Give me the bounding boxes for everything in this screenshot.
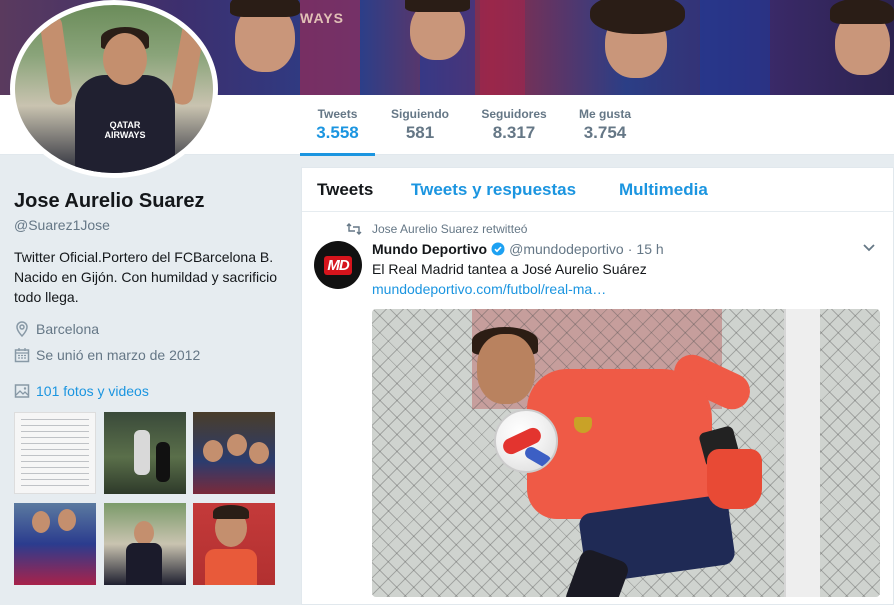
media-thumb[interactable]	[104, 412, 186, 494]
stat-label: Siguiendo	[391, 107, 449, 121]
author-avatar[interactable]: MD	[314, 241, 362, 289]
media-thumb[interactable]	[14, 503, 96, 585]
profile-card: Jose Aurelio Suarez @Suarez1Jose Twitter…	[14, 190, 284, 399]
profile-handle[interactable]: @Suarez1Jose	[14, 217, 284, 233]
separator-dot: ·	[627, 241, 633, 257]
retweet-text[interactable]: Jose Aurelio Suarez retwitteó	[372, 222, 527, 236]
tweet-link[interactable]: mundodeportivo.com/futbol/real-ma…	[372, 281, 606, 297]
stat-value: 581	[405, 123, 435, 142]
chevron-down-icon[interactable]	[862, 243, 876, 253]
stat-followers[interactable]: Seguidores 8.317	[478, 107, 550, 143]
profile-bio: Twitter Oficial.Portero del FCBarcelona …	[14, 249, 278, 305]
tweet-photo[interactable]	[372, 309, 880, 597]
avatar-sponsor-text: QATAR AIRWAYS	[104, 120, 146, 140]
media-thumb[interactable]	[104, 503, 186, 585]
location-text: Barcelona	[36, 321, 100, 337]
retweet-context: Jose Aurelio Suarez retwitteó	[346, 222, 527, 236]
timeline: Tweets Tweets y respuestas Multimedia Jo…	[301, 167, 894, 605]
timeline-tabs: Tweets Tweets y respuestas Multimedia	[302, 168, 894, 212]
retweet-icon	[346, 223, 362, 235]
tweet[interactable]: Jose Aurelio Suarez retwitteó MD Mundo D…	[302, 213, 894, 605]
verified-badge-icon	[491, 242, 505, 256]
profile-joined: Se unió en marzo de 2012	[14, 347, 284, 363]
stat-label: Seguidores	[481, 107, 547, 121]
profile-location: Barcelona	[14, 321, 284, 337]
stat-following[interactable]: Siguiendo 581	[388, 107, 452, 143]
photos-videos-link[interactable]: 101 fotos y videos	[14, 383, 284, 399]
stat-value: 3.754	[583, 123, 627, 142]
stat-tweets[interactable]: Tweets 3.558	[300, 107, 375, 156]
banner-sponsor-text: WAYS	[300, 10, 344, 26]
media-thumb[interactable]	[14, 412, 96, 494]
joined-text: Se unió en marzo de 2012	[36, 347, 201, 363]
stat-value: 8.317	[492, 123, 536, 142]
image-icon	[14, 384, 30, 398]
author-name[interactable]: Mundo Deportivo	[372, 241, 487, 257]
photos-videos-label: 101 fotos y videos	[36, 383, 149, 399]
profile-avatar[interactable]: QATAR AIRWAYS	[10, 0, 218, 178]
tweet-timestamp[interactable]: 15 h	[636, 241, 663, 257]
tweet-text: El Real Madrid tantea a José Aurelio Suá…	[372, 261, 647, 277]
stat-label: Tweets	[317, 107, 358, 121]
author-handle[interactable]: @mundodeportivo	[509, 241, 624, 257]
tab-tweets[interactable]: Tweets	[317, 180, 373, 200]
calendar-icon	[14, 348, 30, 363]
stat-label: Me gusta	[578, 107, 631, 121]
location-icon	[16, 321, 28, 337]
media-thumb[interactable]	[193, 412, 275, 494]
tweet-header: Mundo Deportivo @mundodeportivo · 15 h	[372, 241, 664, 257]
profile-name[interactable]: Jose Aurelio Suarez	[14, 190, 284, 213]
stat-likes[interactable]: Me gusta 3.754	[574, 107, 636, 143]
tab-media[interactable]: Multimedia	[619, 180, 708, 200]
media-thumb[interactable]	[193, 503, 275, 585]
tab-tweets-replies[interactable]: Tweets y respuestas	[411, 180, 576, 200]
stat-value: 3.558	[316, 123, 359, 142]
author-avatar-logo: MD	[324, 255, 352, 275]
